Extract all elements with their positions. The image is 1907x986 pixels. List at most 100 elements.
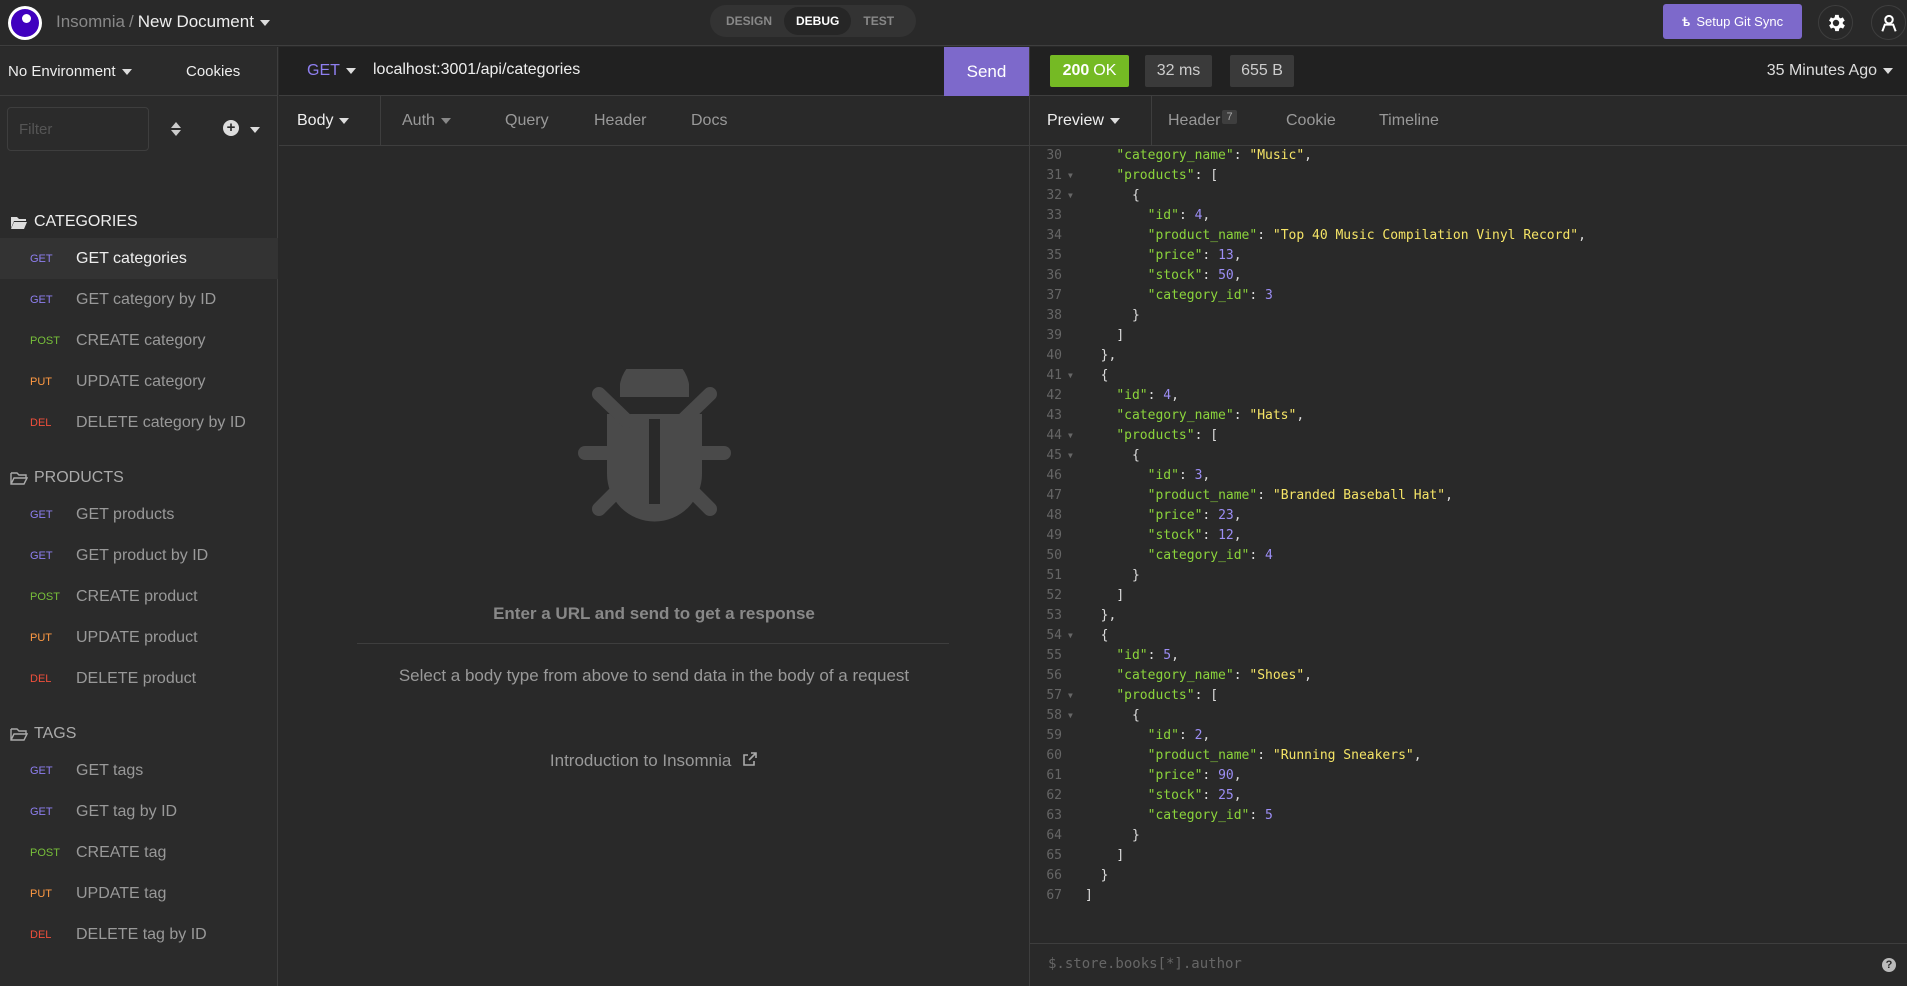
tab-docs[interactable]: Docs bbox=[691, 96, 727, 146]
tab-auth[interactable]: Auth bbox=[402, 96, 451, 146]
fold-toggle-icon[interactable]: ▼ bbox=[1068, 366, 1073, 386]
fold-toggle-icon[interactable]: ▼ bbox=[1068, 706, 1073, 726]
account-button[interactable] bbox=[1871, 5, 1906, 40]
environment-selector[interactable]: No Environment bbox=[8, 63, 132, 80]
json-punctuation: [ bbox=[1210, 168, 1219, 183]
json-punctuation: [ bbox=[1210, 688, 1219, 703]
tab-response-header[interactable]: Header 7 bbox=[1168, 96, 1237, 146]
sidebar-request-item[interactable]: GET GET categories bbox=[0, 238, 278, 279]
json-punctuation: , bbox=[1233, 508, 1242, 523]
code-line: 30 "category_name": "Music", bbox=[1030, 146, 1907, 166]
tab-body[interactable]: Body bbox=[279, 96, 381, 146]
folder-tags[interactable]: TAGS bbox=[10, 725, 76, 743]
json-key: "price" bbox=[1147, 508, 1203, 523]
code-text: "price": 90, bbox=[1085, 766, 1242, 786]
json-key-text: id bbox=[1124, 648, 1140, 663]
code-line: 57 ▼ "products": [ bbox=[1030, 686, 1907, 706]
fold-toggle-icon[interactable]: ▼ bbox=[1068, 446, 1073, 466]
code-line: 60 "product_name": "Running Sneakers", bbox=[1030, 746, 1907, 766]
code-line: 65 ] bbox=[1030, 846, 1907, 866]
json-key: "category_name" bbox=[1116, 408, 1234, 423]
method-badge: DEL bbox=[30, 672, 52, 685]
json-string: "Hats" bbox=[1249, 408, 1297, 423]
sidebar-request-item[interactable]: POST CREATE product bbox=[0, 576, 278, 617]
setup-git-sync-button[interactable]: ѣ Setup Git Sync bbox=[1663, 4, 1802, 39]
request-name: GET products bbox=[76, 505, 175, 523]
code-text: "category_id": 5 bbox=[1085, 806, 1273, 826]
response-history-dropdown[interactable]: 35 Minutes Ago bbox=[1767, 62, 1893, 80]
method-badge: GET bbox=[30, 252, 53, 265]
sidebar-request-item[interactable]: GET GET product by ID bbox=[0, 535, 278, 576]
sidebar-request-item[interactable]: PUT UPDATE product bbox=[0, 617, 278, 658]
chevron-down-icon[interactable] bbox=[259, 19, 270, 26]
json-number: 25 bbox=[1218, 788, 1234, 803]
chevron-down-icon bbox=[1883, 67, 1893, 74]
tab-preview[interactable]: Preview bbox=[1030, 96, 1152, 146]
sidebar-filter-input[interactable] bbox=[7, 107, 149, 151]
sidebar-request-item[interactable]: GET GET category by ID bbox=[0, 279, 278, 320]
mode-debug[interactable]: DEBUG bbox=[784, 7, 852, 35]
request-name: DELETE tag by ID bbox=[76, 925, 207, 943]
json-punctuation: , bbox=[1233, 248, 1242, 263]
mode-design[interactable]: DESIGN bbox=[714, 7, 784, 35]
fold-toggle-icon[interactable]: ▼ bbox=[1068, 626, 1073, 646]
code-text: "id": 3, bbox=[1085, 466, 1211, 486]
json-key-text: product_name bbox=[1155, 488, 1250, 503]
send-button[interactable]: Send bbox=[944, 47, 1029, 96]
code-line: 53 }, bbox=[1030, 606, 1907, 626]
fold-toggle-icon[interactable]: ▼ bbox=[1068, 686, 1073, 706]
request-name: GET product by ID bbox=[76, 546, 209, 564]
chevron-down-icon[interactable] bbox=[250, 127, 260, 133]
intro-link[interactable]: Introduction to Insomnia bbox=[279, 751, 1029, 771]
fold-toggle-icon[interactable]: ▼ bbox=[1068, 166, 1073, 186]
url-input[interactable] bbox=[373, 61, 913, 79]
sidebar-request-item[interactable]: DEL DELETE product bbox=[0, 658, 278, 699]
environment-label: No Environment bbox=[8, 63, 116, 80]
tab-cookie[interactable]: Cookie bbox=[1286, 96, 1336, 146]
document-name[interactable]: New Document bbox=[138, 12, 254, 31]
breadcrumb-app[interactable]: Insomnia bbox=[56, 12, 125, 31]
tab-query[interactable]: Query bbox=[505, 96, 549, 146]
cookies-button[interactable]: Cookies bbox=[186, 63, 240, 80]
json-punctuation: , bbox=[1202, 468, 1211, 483]
sort-icon[interactable] bbox=[170, 121, 182, 137]
json-key: "products" bbox=[1116, 168, 1195, 183]
sidebar-request-item[interactable]: GET GET tag by ID bbox=[0, 791, 278, 832]
line-number: 65 bbox=[1046, 848, 1062, 863]
sidebar-request-item[interactable]: PUT UPDATE category bbox=[0, 361, 278, 402]
code-line: 62 "stock": 25, bbox=[1030, 786, 1907, 806]
json-key: "price" bbox=[1147, 768, 1203, 783]
sidebar-request-item[interactable]: POST CREATE category bbox=[0, 320, 278, 361]
help-icon[interactable]: ? bbox=[1882, 958, 1896, 972]
folder-categories[interactable]: CATEGORIES bbox=[10, 213, 138, 231]
sidebar-request-item[interactable]: GET GET products bbox=[0, 494, 278, 535]
request-pane: GET Send Body Auth Query Header Docs Ent… bbox=[279, 47, 1029, 986]
settings-button[interactable] bbox=[1818, 5, 1853, 40]
tab-timeline[interactable]: Timeline bbox=[1379, 96, 1439, 146]
folder-products[interactable]: PRODUCTS bbox=[10, 469, 124, 487]
tab-header[interactable]: Header bbox=[594, 96, 646, 146]
response-body-viewer[interactable]: 30 "category_name": "Music", 31 ▼ "product… bbox=[1030, 146, 1907, 943]
insomnia-logo-icon[interactable] bbox=[8, 6, 42, 40]
fold-toggle-icon[interactable]: ▼ bbox=[1068, 426, 1073, 446]
method-selector[interactable]: GET bbox=[307, 62, 356, 80]
mode-test[interactable]: TEST bbox=[851, 7, 906, 35]
code-text: } bbox=[1085, 306, 1140, 326]
json-number: 50 bbox=[1218, 268, 1234, 283]
sidebar-request-item[interactable]: POST CREATE tag bbox=[0, 832, 278, 873]
json-punctuation: }, bbox=[1100, 348, 1117, 363]
sidebar-request-item[interactable]: DEL DELETE category by ID bbox=[0, 402, 278, 443]
add-item-icon[interactable]: + bbox=[223, 120, 239, 136]
json-string-text: Music bbox=[1257, 148, 1297, 163]
sidebar-request-item[interactable]: GET GET tags bbox=[0, 750, 278, 791]
sidebar-request-item[interactable]: PUT UPDATE tag bbox=[0, 873, 278, 914]
fold-toggle-icon[interactable]: ▼ bbox=[1068, 186, 1073, 206]
folder-label: PRODUCTS bbox=[34, 469, 124, 486]
sidebar-request-item[interactable]: DEL DELETE tag by ID bbox=[0, 914, 278, 955]
json-punctuation: ] bbox=[1116, 588, 1125, 603]
json-string-text: Top 40 Music Compilation Vinyl Record bbox=[1280, 228, 1571, 243]
jsonpath-filter-input[interactable] bbox=[1048, 956, 1828, 972]
